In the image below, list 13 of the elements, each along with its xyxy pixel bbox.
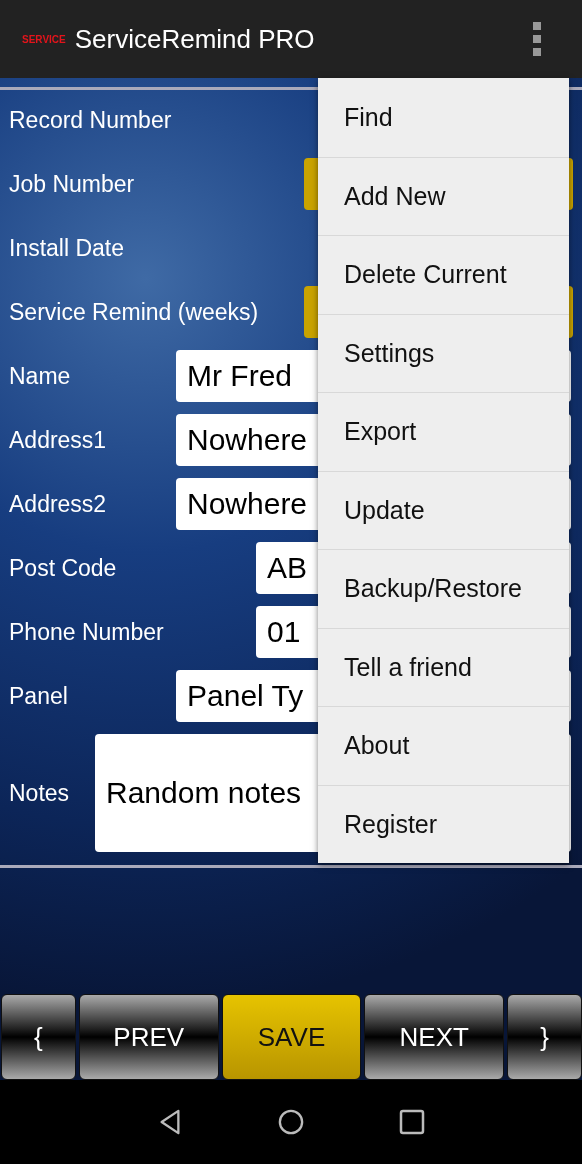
field-label: Name [9, 362, 71, 390]
app-title: ServiceRemind PRO [74, 23, 316, 55]
app-logo: SERVICE [22, 33, 66, 45]
field-label: Address2 [9, 490, 107, 518]
field-label: Job Number [9, 170, 135, 198]
field-label: Notes [9, 779, 70, 807]
field-label: Install Date [9, 234, 125, 262]
field-label: Address1 [9, 426, 107, 454]
field-label: Post Code [9, 554, 117, 582]
field-label: Record Number [9, 106, 172, 134]
field-label: Phone Number [9, 618, 164, 646]
field-label: Service Remind (weeks) [9, 298, 259, 326]
field-label: Panel [9, 682, 68, 710]
